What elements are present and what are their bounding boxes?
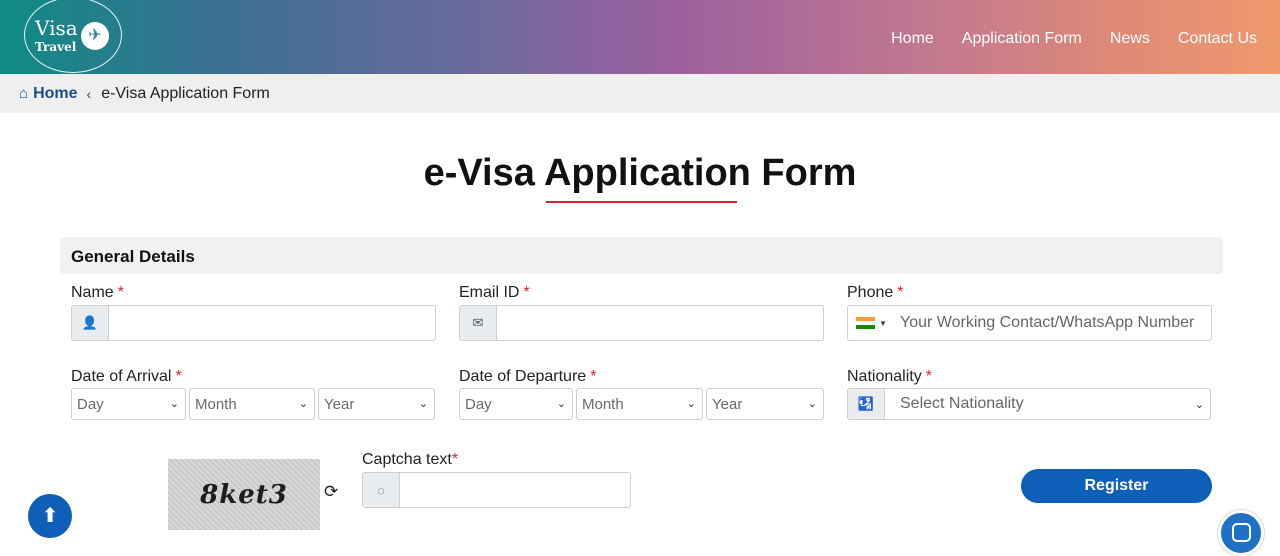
chat-icon xyxy=(1232,523,1251,542)
phone-label-text: Phone xyxy=(847,284,894,301)
breadcrumb-current: e-Visa Application Form xyxy=(101,84,270,102)
nationality-placeholder: Select Nationality xyxy=(900,395,1024,412)
arrival-year-value: Year xyxy=(324,396,355,413)
arrival-day-value: Day xyxy=(77,396,104,413)
nationality-value: Select Nationality ⌄ xyxy=(885,389,1210,419)
phone-label: Phone * xyxy=(847,284,904,302)
nav-home[interactable]: Home xyxy=(891,30,934,48)
required-mark: * xyxy=(175,368,182,385)
email-field[interactable] xyxy=(497,306,823,340)
airplane-icon: ✈ xyxy=(81,22,109,50)
user-icon: 👤 xyxy=(72,306,109,340)
nationality-label-text: Nationality xyxy=(847,368,922,385)
departure-year-select[interactable]: Year ⌄ xyxy=(706,388,824,420)
name-field[interactable] xyxy=(109,306,435,340)
caret-down-icon: ▼ xyxy=(879,318,887,328)
phone-field[interactable] xyxy=(892,306,1211,340)
captcha-field[interactable] xyxy=(400,473,630,507)
breadcrumb-home[interactable]: Home xyxy=(33,85,77,103)
nationality-select[interactable]: 🛂 Select Nationality ⌄ xyxy=(847,388,1211,420)
nav-contact-us[interactable]: Contact Us xyxy=(1178,30,1257,48)
breadcrumb: ⌂ Home ‹ e-Visa Application Form xyxy=(0,74,1280,113)
email-label-text: Email ID xyxy=(459,284,520,301)
refresh-icon[interactable]: ⟳ xyxy=(324,482,338,502)
nationality-label: Nationality * xyxy=(847,368,932,386)
country-code-selector[interactable]: ▼ xyxy=(848,306,892,340)
name-field-group: 👤 xyxy=(71,305,436,341)
captcha-image: 8ket3 xyxy=(168,459,320,530)
departure-day-value: Day xyxy=(465,396,492,413)
departure-label-text: Date of Departure xyxy=(459,368,587,385)
departure-month-select[interactable]: Month ⌄ xyxy=(576,388,703,420)
register-button[interactable]: Register xyxy=(1021,469,1212,503)
departure-day-select[interactable]: Day ⌄ xyxy=(459,388,573,420)
logo-travel-text: Travel xyxy=(35,40,77,54)
required-mark: * xyxy=(117,284,124,301)
nav-news[interactable]: News xyxy=(1110,30,1150,48)
chevron-down-icon: ⌄ xyxy=(169,398,179,410)
chevron-down-icon: ⌄ xyxy=(807,398,817,410)
departure-year-value: Year xyxy=(712,396,743,413)
arrival-day-select[interactable]: Day ⌄ xyxy=(71,388,186,420)
passport-icon: 🛂 xyxy=(848,389,885,419)
chevron-down-icon: ⌄ xyxy=(1194,399,1204,411)
section-general-details: General Details xyxy=(60,237,1223,274)
phone-field-group: ▼ xyxy=(847,305,1212,341)
required-mark: * xyxy=(590,368,597,385)
arrival-year-select[interactable]: Year ⌄ xyxy=(318,388,435,420)
required-mark: * xyxy=(897,284,904,301)
spinner-icon: ◌ xyxy=(363,473,400,507)
chevron-down-icon: ⌄ xyxy=(556,398,566,410)
title-underline xyxy=(546,201,737,203)
india-flag-icon xyxy=(856,317,875,329)
arrival-label-text: Date of Arrival xyxy=(71,368,172,385)
captcha-image-text: 8ket3 xyxy=(200,479,288,510)
departure-label: Date of Departure * xyxy=(459,368,596,386)
chevron-left-icon: ‹ xyxy=(86,85,92,102)
email-field-group: ✉ xyxy=(459,305,824,341)
chat-button[interactable] xyxy=(1218,510,1264,556)
arrow-up-icon[interactable]: ⬆ xyxy=(28,494,72,538)
envelope-icon: ✉ xyxy=(460,306,497,340)
captcha-field-group: ◌ xyxy=(362,472,631,508)
arrival-month-select[interactable]: Month ⌄ xyxy=(189,388,315,420)
required-mark: * xyxy=(925,368,932,385)
captcha-label: Captcha text* xyxy=(362,451,458,469)
logo[interactable]: Visa Travel ✈ xyxy=(24,0,122,73)
page-title: e-Visa Application Form xyxy=(423,152,857,194)
logo-visa-text: Visa xyxy=(35,16,78,40)
arrival-label: Date of Arrival * xyxy=(71,368,182,386)
departure-month-value: Month xyxy=(582,396,624,413)
chevron-down-icon: ⌄ xyxy=(298,398,308,410)
main-nav: Home Application Form News Contact Us xyxy=(891,30,1257,48)
nav-application-form[interactable]: Application Form xyxy=(962,30,1082,48)
name-label: Name * xyxy=(71,284,124,302)
chevron-down-icon: ⌄ xyxy=(418,398,428,410)
email-label: Email ID * xyxy=(459,284,530,302)
name-label-text: Name xyxy=(71,284,114,301)
chevron-down-icon: ⌄ xyxy=(686,398,696,410)
arrival-month-value: Month xyxy=(195,396,237,413)
captcha-label-text: Captcha text xyxy=(362,451,452,468)
required-mark: * xyxy=(451,451,459,468)
site-header: Visa Travel ✈ Home Application Form News… xyxy=(0,0,1280,74)
home-icon[interactable]: ⌂ xyxy=(19,85,28,102)
required-mark: * xyxy=(523,284,530,301)
